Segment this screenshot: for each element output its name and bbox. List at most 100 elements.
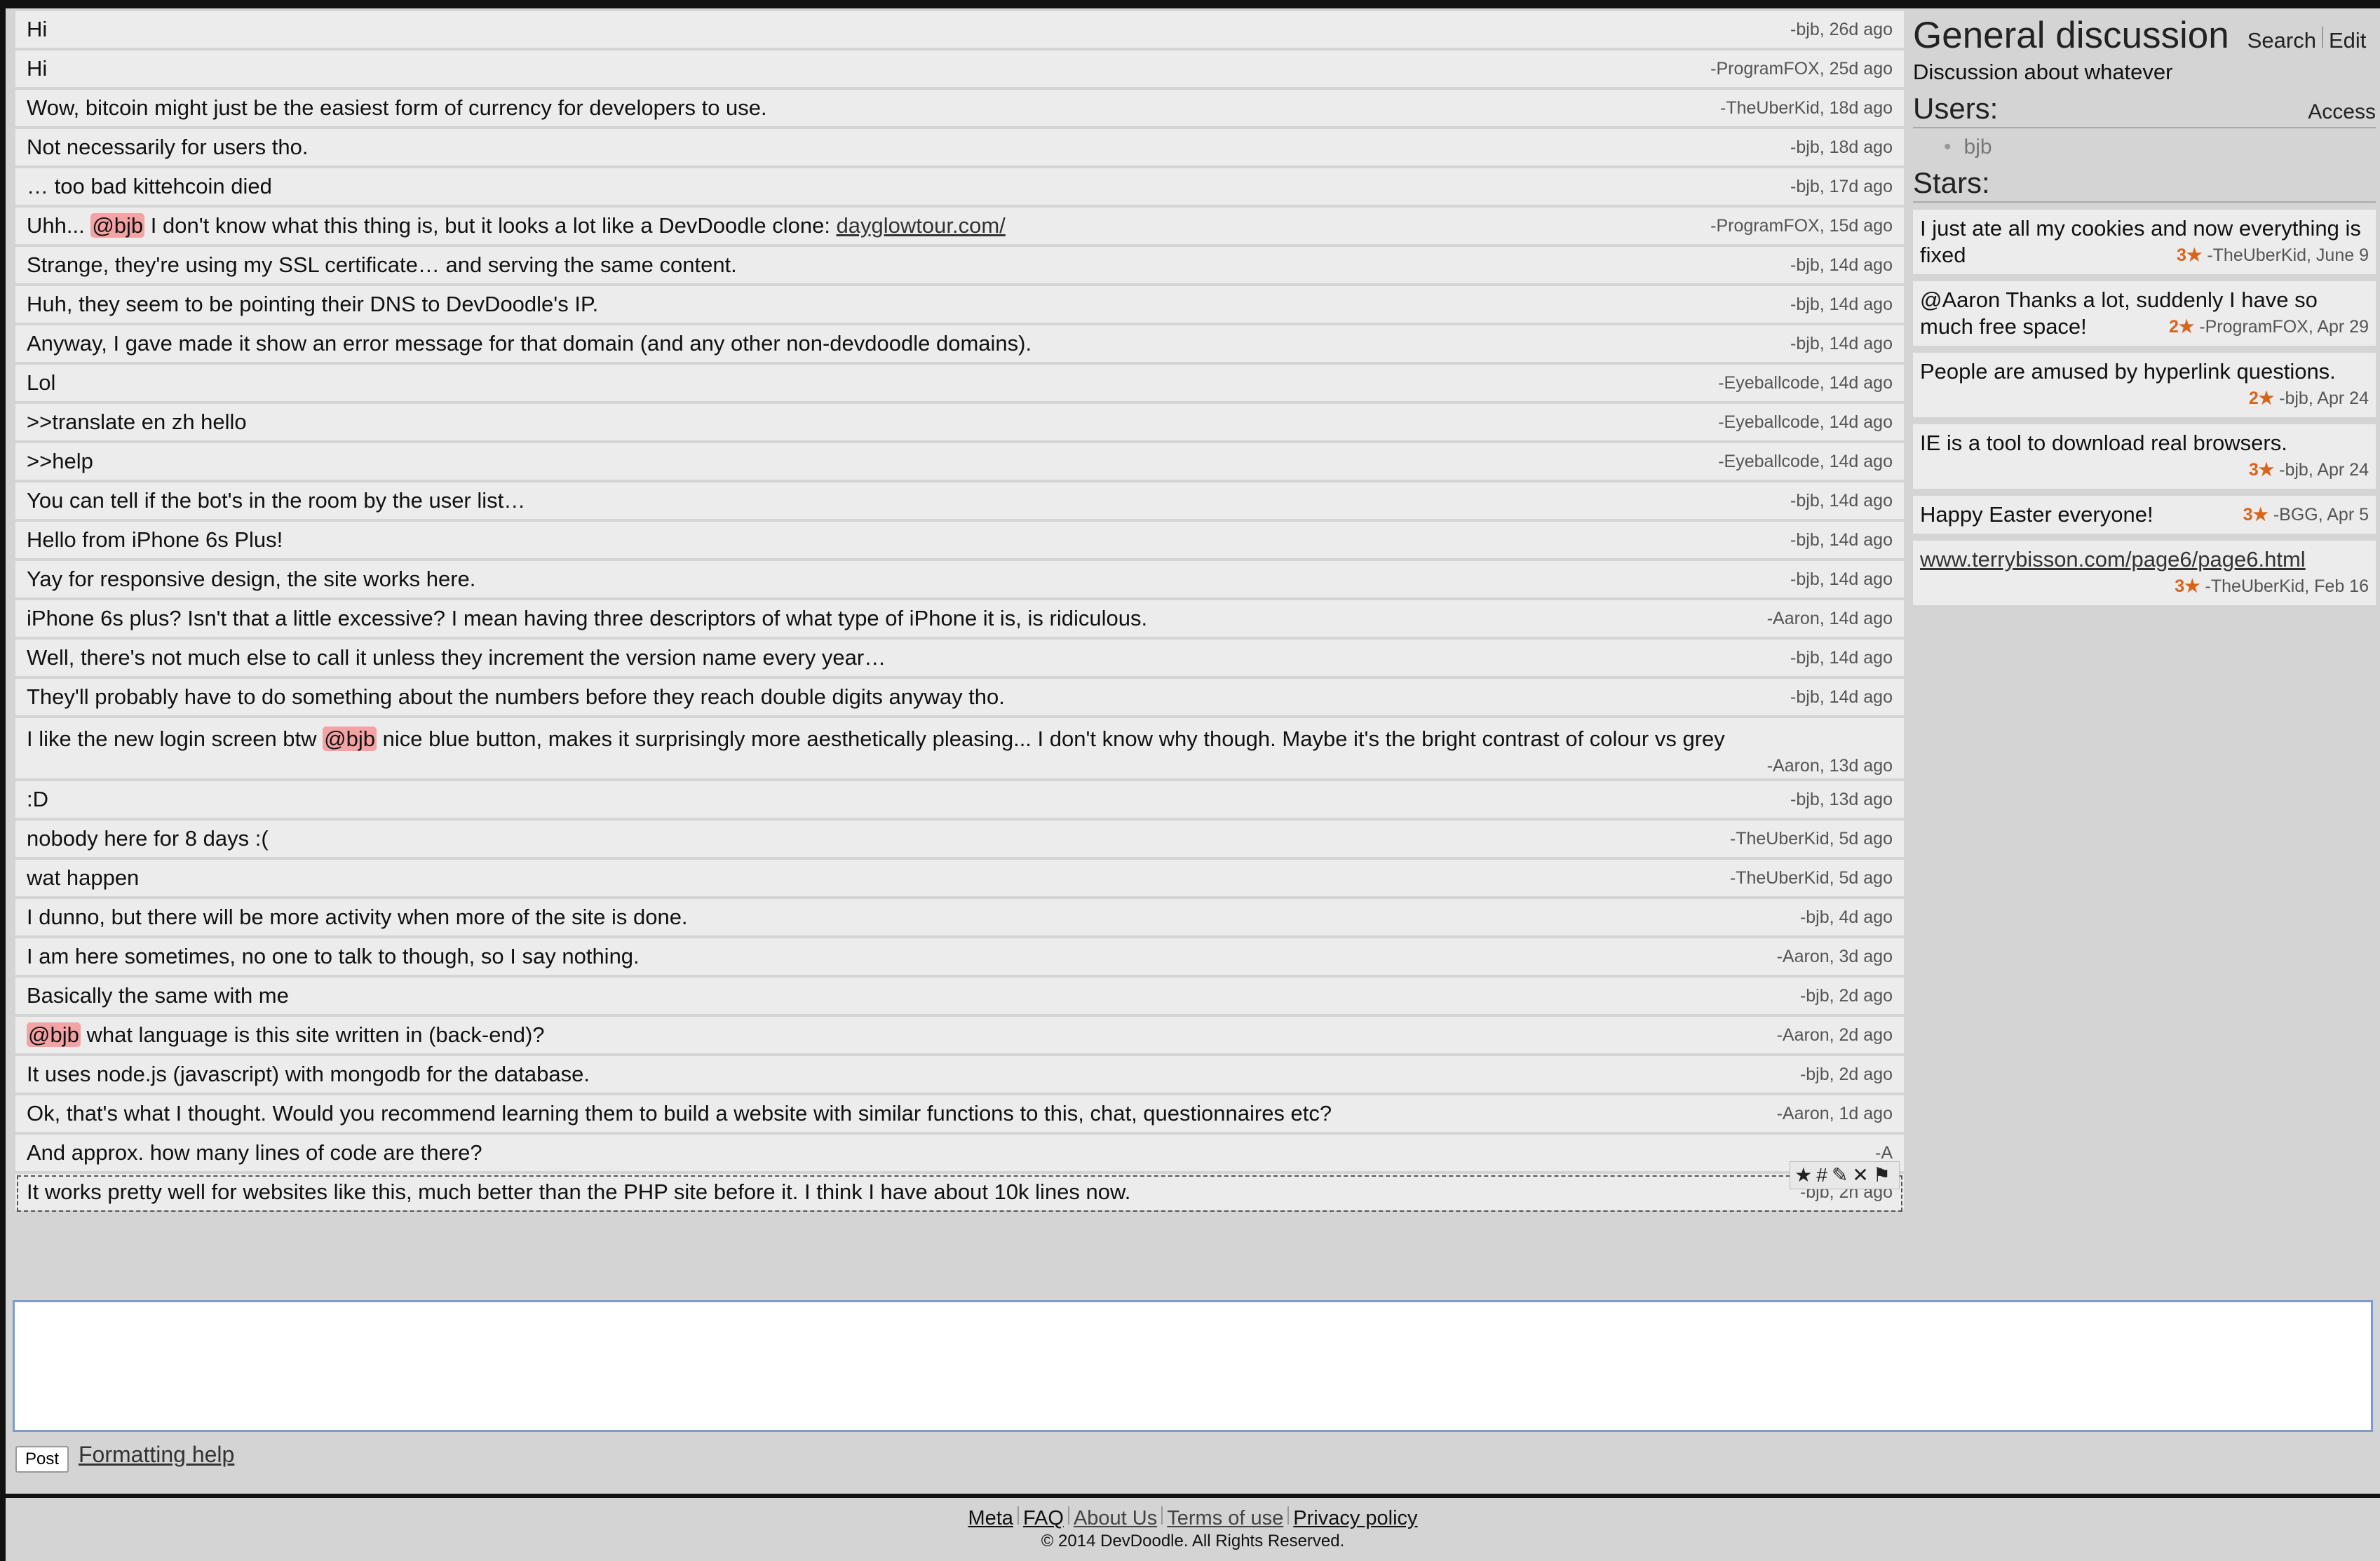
- chat-message[interactable]: Not necessarily for users tho. -bjb, 18d …: [15, 129, 1904, 168]
- message-meta[interactable]: -bjb, 14d ago: [1790, 569, 1893, 590]
- message-meta[interactable]: -bjb, 18d ago: [1790, 137, 1893, 158]
- user-mention[interactable]: @bjb: [27, 1022, 81, 1047]
- message-text: Hi: [27, 56, 48, 81]
- message-meta[interactable]: -Eyeballcode, 14d ago: [1718, 452, 1893, 472]
- message-meta[interactable]: -TheUberKid, 18d ago: [1720, 98, 1893, 119]
- chat-message[interactable]: Hi -ProgramFOX, 25d ago: [15, 50, 1904, 90]
- post-button[interactable]: Post: [15, 1446, 69, 1473]
- star-count[interactable]: 2★: [2249, 388, 2274, 408]
- message-text: … too bad kittehcoin died: [27, 174, 272, 198]
- footer-link-meta[interactable]: Meta: [964, 1507, 1017, 1529]
- message-text: Hi: [27, 17, 48, 41]
- edit-button[interactable]: Edit: [2323, 28, 2372, 53]
- message-meta[interactable]: -TheUberKid, 5d ago: [1730, 829, 1893, 849]
- chat-message[interactable]: Lol -Eyeballcode, 14d ago: [15, 365, 1904, 404]
- message-meta[interactable]: -bjb, 14d ago: [1790, 334, 1893, 354]
- message-meta[interactable]: -Aaron, 2d ago: [1777, 1025, 1893, 1046]
- user-list-item[interactable]: bjb: [1944, 135, 2376, 159]
- message-meta[interactable]: -bjb, 26d ago: [1790, 20, 1893, 40]
- chat-message[interactable]: Hello from iPhone 6s Plus! -bjb, 14d ago: [15, 522, 1904, 561]
- chat-message[interactable]: And approx. how many lines of code are t…: [15, 1135, 1904, 1189]
- star-count[interactable]: 3★: [2249, 460, 2274, 480]
- message-meta[interactable]: -Aaron, 1d ago: [1777, 1104, 1893, 1124]
- message-meta[interactable]: -bjb, 14d ago: [1790, 295, 1893, 315]
- message-meta[interactable]: -A: [1875, 1143, 1893, 1163]
- chat-message-list[interactable]: Hi -bjb, 26d ago Hi -ProgramFOX, 25d ago Wow…: [15, 11, 1904, 1298]
- chat-message[interactable]: >>help -Eyeballcode, 14d ago: [15, 443, 1904, 482]
- chat-message[interactable]: Yay for responsive design, the site work…: [15, 561, 1904, 600]
- message-meta[interactable]: -ProgramFOX, 15d ago: [1710, 216, 1893, 236]
- message-text-part: Uhh...: [27, 213, 91, 238]
- chat-message[interactable]: I like the new login screen btw @bjb nic…: [15, 718, 1904, 781]
- chat-message[interactable]: Well, there's not much else to call it u…: [15, 640, 1904, 679]
- message-meta[interactable]: -bjb, 14d ago: [1790, 648, 1893, 668]
- footer-link-faq[interactable]: FAQ: [1019, 1507, 1068, 1529]
- message-meta[interactable]: -bjb, 14d ago: [1790, 255, 1893, 276]
- chat-message[interactable]: I dunno, but there will be more activity…: [15, 899, 1904, 938]
- footer-links: Meta FAQ About Us Terms of use Privacy polic…: [6, 1506, 2380, 1530]
- message-meta[interactable]: -bjb, 14d ago: [1790, 687, 1893, 708]
- chat-message[interactable]: Uhh... @bjb I don't know what this thing…: [15, 208, 1904, 247]
- chat-message[interactable]: :D -bjb, 13d ago: [15, 781, 1904, 820]
- message-text: You can tell if the bot's in the room by…: [27, 488, 526, 513]
- starred-message-meta: 2★ -ProgramFOX, Apr 29: [2169, 313, 2369, 340]
- starred-message[interactable]: @Aaron Thanks a lot, suddenly I have so …: [1913, 281, 2376, 346]
- chat-message[interactable]: Strange, they're using my SSL certificat…: [15, 247, 1904, 286]
- chat-message[interactable]: Huh, they seem to be pointing their DNS …: [15, 286, 1904, 325]
- message-meta[interactable]: -bjb, 2d ago: [1800, 1065, 1893, 1085]
- search-button[interactable]: Search: [2242, 28, 2322, 53]
- footer-link-terms[interactable]: Terms of use: [1163, 1507, 1287, 1529]
- chat-message[interactable]: Hi -bjb, 26d ago: [15, 11, 1904, 50]
- message-text-part: nice blue button, makes it surprisingly …: [377, 727, 1725, 751]
- message-meta[interactable]: -Eyeballcode, 14d ago: [1718, 373, 1893, 393]
- starred-message-link[interactable]: www.terrybisson.com/page6/page6.html: [1920, 547, 2306, 572]
- starred-message[interactable]: I just ate all my cookies and now everyt…: [1913, 210, 2376, 274]
- message-meta[interactable]: -Aaron, 3d ago: [1777, 947, 1893, 967]
- message-meta[interactable]: -bjb, 4d ago: [1800, 907, 1893, 928]
- formatting-help-link[interactable]: Formatting help: [79, 1442, 234, 1468]
- chat-message[interactable]: Basically the same with me -bjb, 2d ago: [15, 978, 1904, 1017]
- message-actions-toolbar[interactable]: ★#✎✕⚑: [1790, 1161, 1900, 1189]
- user-mention[interactable]: @bjb: [323, 727, 377, 751]
- chat-message[interactable]: Ok, that's what I thought. Would you rec…: [15, 1095, 1904, 1135]
- star-count[interactable]: 2★: [2169, 317, 2194, 337]
- user-mention[interactable]: @bjb: [90, 213, 145, 238]
- chat-message[interactable]: wat happen -TheUberKid, 5d ago: [15, 860, 1904, 899]
- message-meta[interactable]: -bjb, 13d ago: [1790, 790, 1893, 810]
- message-meta[interactable]: -ProgramFOX, 25d ago: [1710, 59, 1893, 79]
- message-meta[interactable]: -Aaron, 13d ago: [27, 756, 1893, 776]
- star-count[interactable]: 3★: [2177, 245, 2202, 265]
- chat-message[interactable]: Anyway, I gave made it show an error mes…: [15, 325, 1904, 365]
- star-count[interactable]: 3★: [2175, 576, 2200, 596]
- chat-message[interactable]: I am here sometimes, no one to talk to t…: [15, 938, 1904, 978]
- starred-message[interactable]: www.terrybisson.com/page6/page6.html 3★ -…: [1913, 541, 2376, 605]
- chat-message[interactable]: Wow, bitcoin might just be the easiest f…: [15, 90, 1904, 129]
- access-link[interactable]: Access: [2308, 100, 2376, 124]
- message-link[interactable]: dayglowtour.com/: [837, 213, 1006, 238]
- message-text: Wow, bitcoin might just be the easiest f…: [27, 95, 767, 120]
- star-count[interactable]: 3★: [2243, 505, 2269, 525]
- message-meta[interactable]: -bjb, 17d ago: [1790, 177, 1893, 197]
- chat-message[interactable]: @bjb what language is this site written …: [15, 1017, 1904, 1056]
- message-meta[interactable]: -Aaron, 14d ago: [1767, 609, 1893, 629]
- chat-message[interactable]: … too bad kittehcoin died -bjb, 17d ago: [15, 168, 1904, 208]
- message-meta[interactable]: -bjb, 14d ago: [1790, 491, 1893, 511]
- starred-message[interactable]: Happy Easter everyone! 3★ -BGG, Apr 5: [1913, 496, 2376, 534]
- starred-message[interactable]: People are amused by hyperlink questions…: [1913, 353, 2376, 417]
- footer-link-privacy[interactable]: Privacy policy: [1289, 1507, 1421, 1529]
- chat-message[interactable]: nobody here for 8 days :(-TheUberKid, 5d…: [15, 820, 1904, 860]
- chat-message[interactable]: They'll probably have to do something ab…: [15, 679, 1904, 718]
- message-meta[interactable]: -Eyeballcode, 14d ago: [1718, 412, 1893, 433]
- chat-message[interactable]: >>translate en zh hello -Eyeballcode, 14d…: [15, 404, 1904, 443]
- chat-message[interactable]: You can tell if the bot's in the room by…: [15, 482, 1904, 522]
- chat-message[interactable]: iPhone 6s plus? Isn't that a little exce…: [15, 600, 1904, 640]
- message-meta[interactable]: -TheUberKid, 5d ago: [1730, 868, 1893, 888]
- chat-message[interactable]: It works pretty well for websites like t…: [15, 1174, 1904, 1213]
- chat-message[interactable]: It uses node.js (javascript) with mongod…: [15, 1056, 1904, 1095]
- footer-link-about[interactable]: About Us: [1069, 1507, 1161, 1529]
- message-text: Yay for responsive design, the site work…: [27, 567, 476, 591]
- starred-message[interactable]: IE is a tool to download real browsers. 3…: [1913, 424, 2376, 489]
- message-meta[interactable]: -bjb, 14d ago: [1790, 530, 1893, 550]
- message-meta[interactable]: -bjb, 2d ago: [1800, 986, 1893, 1006]
- message-input[interactable]: [13, 1300, 2373, 1432]
